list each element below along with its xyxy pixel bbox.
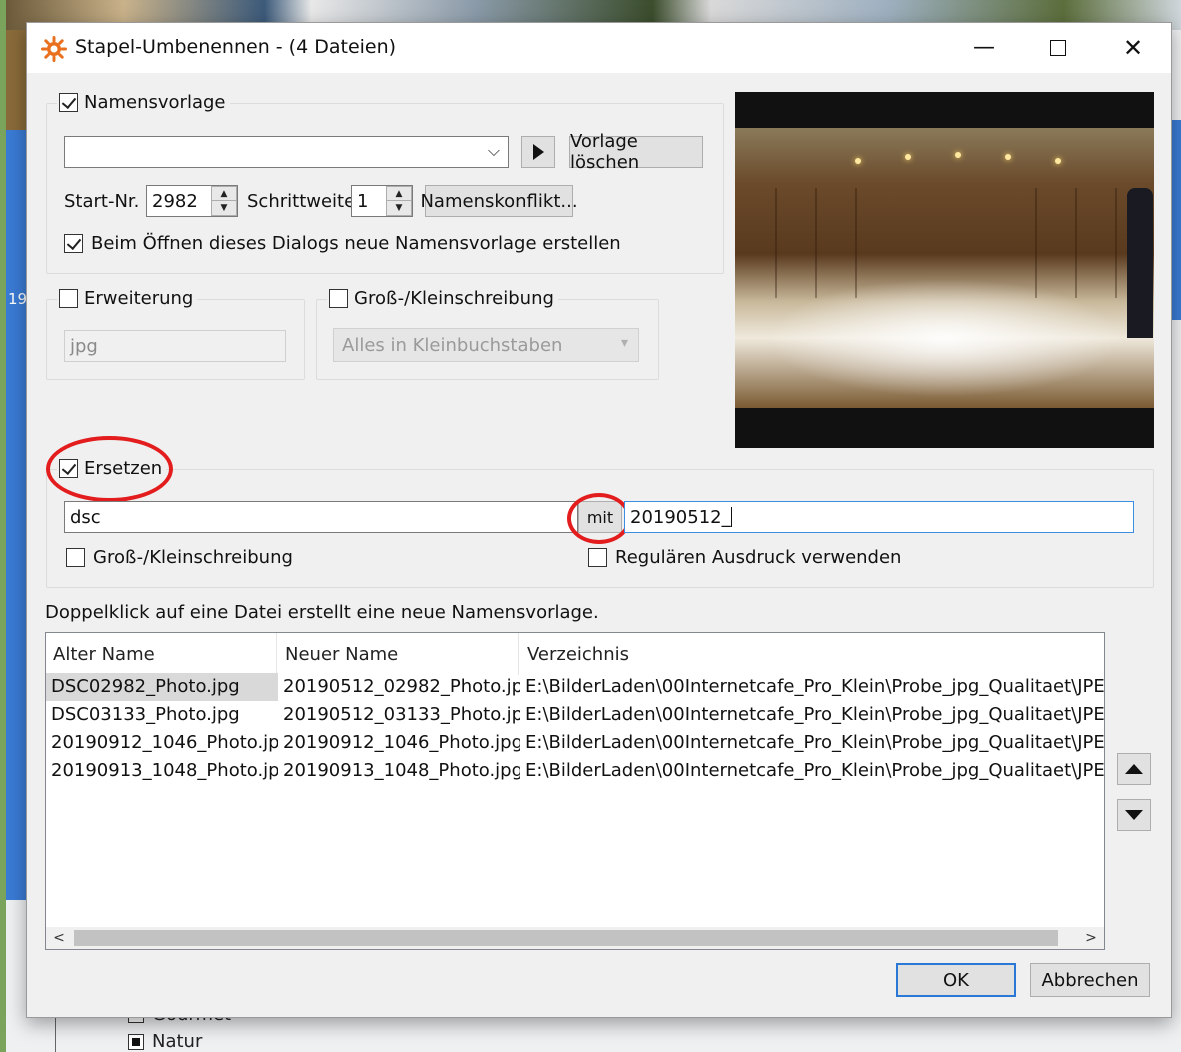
maximize-icon <box>1050 40 1066 56</box>
spin-down-icon[interactable]: ▼ <box>387 201 411 215</box>
delete-template-button[interactable]: Vorlage löschen <box>569 131 703 173</box>
close-button[interactable]: ✕ <box>1110 31 1156 65</box>
replace-case-checkbox-box[interactable] <box>66 548 85 567</box>
double-click-hint: Doppelklick auf eine Datei erstellt eine… <box>45 602 599 623</box>
cell-old-name: 20190913_1048_Photo.jpg <box>51 760 278 781</box>
new-template-checkbox-box[interactable] <box>64 234 83 253</box>
cell-old-name: DSC03133_Photo.jpg <box>51 704 240 725</box>
triangle-down-icon <box>1125 810 1143 820</box>
spin-up-icon[interactable]: ▲ <box>387 187 411 201</box>
regex-checkbox-box[interactable] <box>588 548 607 567</box>
start-number-spinner[interactable]: ▲ ▼ <box>211 186 237 216</box>
step-spinner[interactable]: ▲ ▼ <box>386 186 412 216</box>
chevron-down-icon: ▾ <box>620 335 628 351</box>
extension-input[interactable]: jpg <box>64 330 286 362</box>
extension-checkbox[interactable]: Erweiterung <box>57 288 198 309</box>
replace-with-input[interactable]: 20190512_ <box>624 501 1134 533</box>
start-number-label: Start-Nr. <box>64 191 140 212</box>
scroll-left-icon[interactable]: < <box>48 927 70 949</box>
step-label: Schrittweite <box>247 191 356 212</box>
photo-preview <box>735 92 1154 448</box>
background-left-thumb <box>6 30 28 130</box>
background-left-number: 19 <box>8 290 28 308</box>
background-tree-line <box>55 1015 56 1052</box>
replace-case-checkbox[interactable]: Groß-/Kleinschreibung <box>66 547 293 568</box>
cell-new-name: 20190913_1048_Photo.jpg <box>283 760 520 781</box>
table-row[interactable]: 20190913_1048_Photo.jpg 20190913_1048_Ph… <box>46 757 1104 785</box>
file-list[interactable]: Alter Name Neuer Name Verzeichnis DSC029… <box>45 632 1105 950</box>
cell-old-name: 20190912_1046_Photo.jpg <box>51 732 278 753</box>
regex-checkbox[interactable]: Regulären Ausdruck verwenden <box>588 547 901 568</box>
play-arrow-icon <box>532 144 544 160</box>
gear-sun-icon <box>41 36 67 62</box>
case-checkbox-label: Groß-/Kleinschreibung <box>354 288 554 309</box>
cell-new-name: 20190912_1046_Photo.jpg <box>283 732 520 753</box>
extension-checkbox-label: Erweiterung <box>84 288 194 309</box>
extension-checkbox-box[interactable] <box>59 289 78 308</box>
table-row[interactable]: DSC03133_Photo.jpg 20190512_03133_Photo.… <box>46 701 1104 729</box>
new-template-label: Beim Öffnen dieses Dialogs neue Namensvo… <box>91 233 621 254</box>
find-input[interactable]: dsc <box>64 501 578 533</box>
cell-directory: E:\BilderLaden\00Internetcafe_Pro_Klein\… <box>525 760 1105 781</box>
table-row[interactable]: 20190912_1046_Photo.jpg 20190912_1046_Ph… <box>46 729 1104 757</box>
template-checkbox-label: Namensvorlage <box>84 92 226 113</box>
cell-new-name: 20190512_02982_Photo.jpg <box>283 676 520 697</box>
cell-directory: E:\BilderLaden\00Internetcafe_Pro_Klein\… <box>525 704 1105 725</box>
tree-checkbox[interactable] <box>128 1034 144 1050</box>
background-left-column <box>6 30 28 900</box>
replace-case-label: Groß-/Kleinschreibung <box>93 547 293 568</box>
chevron-down-icon: ⌵ <box>487 141 500 160</box>
triangle-up-icon <box>1125 764 1143 774</box>
template-combo[interactable]: ⌵ <box>64 136 509 168</box>
case-checkbox-box[interactable] <box>329 289 348 308</box>
minimize-button[interactable]: — <box>961 31 1007 65</box>
title-bar: Stapel-Umbenennen - (4 Dateien) — ✕ <box>27 23 1171 73</box>
preview-image <box>735 128 1154 408</box>
new-template-on-open-checkbox[interactable]: Beim Öffnen dieses Dialogs neue Namensvo… <box>64 233 621 254</box>
cell-new-name: 20190512_03133_Photo.jpg <box>283 704 520 725</box>
cell-old-name: DSC02982_Photo.jpg <box>46 673 278 701</box>
move-down-button[interactable] <box>1117 799 1151 831</box>
table-row[interactable]: DSC02982_Photo.jpg 20190512_02982_Photo.… <box>46 673 1104 701</box>
case-select[interactable]: Alles in Kleinbuchstaben ▾ <box>333 328 639 362</box>
spin-up-icon[interactable]: ▲ <box>212 187 236 201</box>
scroll-right-icon[interactable]: > <box>1080 927 1102 949</box>
name-conflict-button[interactable]: Namenskonflikt... <box>420 185 578 217</box>
background-tree-item-natur[interactable]: Natur <box>128 1031 202 1052</box>
template-checkbox[interactable]: Namensvorlage <box>57 92 230 113</box>
dialog-title: Stapel-Umbenennen - (4 Dateien) <box>75 36 397 58</box>
apply-template-button[interactable] <box>521 136 555 168</box>
cancel-button[interactable]: Abbrechen <box>1030 963 1150 997</box>
regex-label: Regulären Ausdruck verwenden <box>615 547 902 568</box>
scrollbar-thumb[interactable] <box>74 930 1058 946</box>
move-up-button[interactable] <box>1117 753 1151 785</box>
case-checkbox[interactable]: Groß-/Kleinschreibung <box>327 288 558 309</box>
maximize-button[interactable] <box>1035 31 1081 65</box>
column-header-directory[interactable]: Verzeichnis <box>520 633 1104 675</box>
column-header-old-name[interactable]: Alter Name <box>46 633 277 675</box>
column-header-new-name[interactable]: Neuer Name <box>278 633 519 675</box>
template-checkbox-box[interactable] <box>59 93 78 112</box>
cell-directory: E:\BilderLaden\00Internetcafe_Pro_Klein\… <box>525 732 1105 753</box>
highlight-circle-replace <box>46 436 173 502</box>
highlight-circle-mit <box>567 493 631 544</box>
text-caret <box>730 507 732 527</box>
cell-directory: E:\BilderLaden\00Internetcafe_Pro_Klein\… <box>525 676 1105 697</box>
horizontal-scrollbar[interactable]: < > <box>46 927 1104 949</box>
batch-rename-dialog: Stapel-Umbenennen - (4 Dateien) — ✕ Name… <box>26 22 1172 1018</box>
spin-down-icon[interactable]: ▼ <box>212 201 236 215</box>
ok-button[interactable]: OK <box>896 963 1016 997</box>
file-list-header: Alter Name Neuer Name Verzeichnis <box>46 633 1104 675</box>
